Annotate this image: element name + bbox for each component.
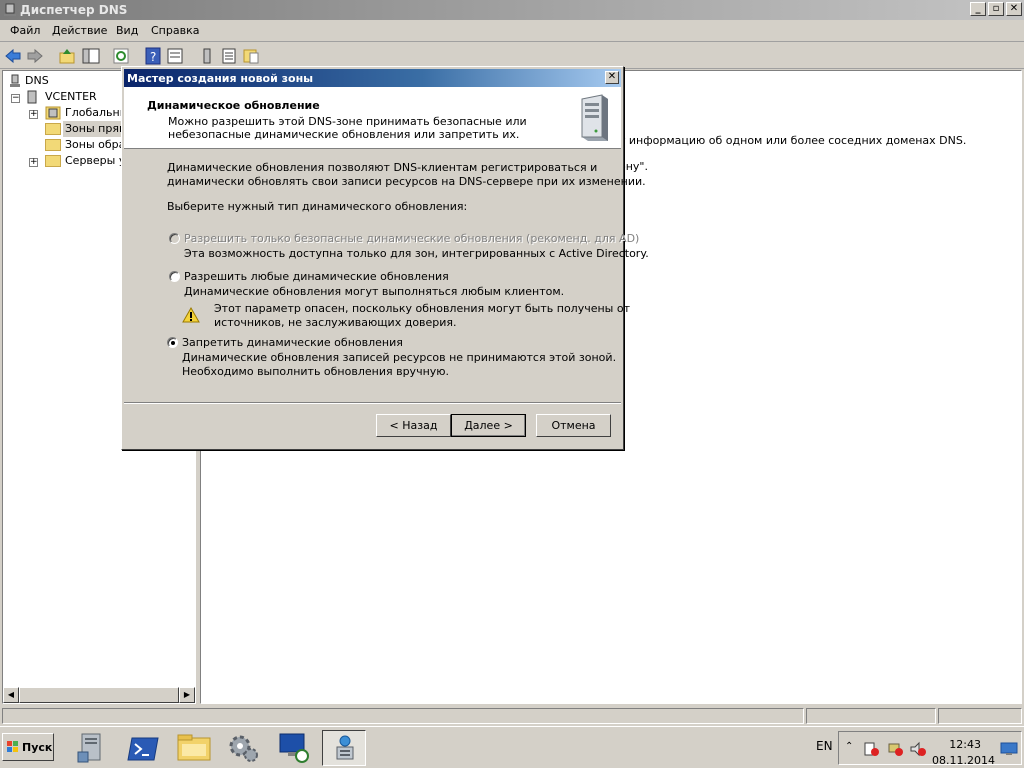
dns-server-icon	[4, 3, 16, 16]
svg-text:?: ?	[150, 50, 156, 64]
choose-label: Выберите нужный тип динамического обновл…	[167, 200, 468, 213]
details-text-line1: т информацию об одном или более соседних…	[619, 134, 967, 147]
radio-deny[interactable]	[167, 337, 178, 348]
global-logs-icon	[45, 106, 61, 120]
menu-view[interactable]: Вид	[116, 24, 138, 37]
minimize-button[interactable]: _	[970, 2, 986, 16]
dialog-title-bar[interactable]: Мастер создания новой зоны ✕	[124, 69, 621, 87]
scroll-left-icon[interactable]: ◀	[3, 687, 19, 703]
tree-item-dns[interactable]: DNS	[25, 73, 49, 89]
intro-line1: Динамические обновления позволяют DNS-кл…	[167, 161, 598, 174]
refresh-icon[interactable]	[112, 47, 130, 65]
dns-manager-icon	[336, 735, 354, 760]
network-icon[interactable]	[887, 740, 905, 758]
option-deny-label[interactable]: Запретить динамические обновления	[182, 335, 403, 350]
radio-secure-only[interactable]	[169, 233, 180, 244]
window-title: Диспетчер DNS	[20, 3, 128, 17]
warning-line2: источников, не заслуживающих доверия.	[214, 316, 457, 329]
option-secure-only-desc: Эта возможность доступна только для зон,…	[184, 247, 649, 260]
menu-action[interactable]: Действие	[52, 24, 107, 37]
scroll-right-icon[interactable]: ▶	[179, 687, 195, 703]
status-cell	[2, 708, 804, 724]
option-secure-only-label[interactable]: Разрешить только безопасные динамические…	[184, 231, 639, 246]
server-icon	[27, 90, 37, 104]
notification-area: ⌃ 12:43 08.11.2014	[838, 731, 1022, 767]
tree-item-vcenter[interactable]: VCENTER	[45, 89, 97, 105]
warning-line1: Этот параметр опасен, поскольку обновлен…	[214, 302, 630, 315]
dns-root-icon	[10, 74, 20, 87]
start-button[interactable]: Пуск	[2, 733, 54, 761]
properties-icon[interactable]	[166, 47, 184, 65]
wizard-page-title: Динамическое обновление	[147, 99, 320, 112]
folder-icon	[45, 139, 61, 151]
volume-icon[interactable]	[909, 740, 927, 758]
expand-toggle[interactable]: +	[29, 110, 38, 119]
new-zone-wizard-dialog: Мастер создания новой зоны ✕ Динамическо…	[121, 66, 649, 450]
dialog-close-button[interactable]: ✕	[605, 71, 619, 84]
taskbar: Пуск EN ⌃ 12:43 08.11.2014	[0, 726, 1024, 768]
expand-toggle[interactable]: +	[29, 158, 38, 167]
tree-horizontal-scrollbar[interactable]: ◀ ▶	[3, 687, 195, 703]
warning-icon	[182, 307, 200, 323]
wizard-page-subtitle: Можно разрешить этой DNS-зоне принимать …	[168, 115, 527, 141]
language-indicator[interactable]: EN	[816, 739, 833, 753]
option-allow-any-label[interactable]: Разрешить любые динамические обновления	[184, 269, 449, 284]
status-cell	[938, 708, 1022, 724]
chevron-up-icon[interactable]: ⌃	[845, 741, 853, 752]
windows-logo-icon	[7, 741, 18, 752]
explorer-icon[interactable]	[172, 730, 216, 766]
next-button[interactable]: Далее >	[451, 414, 526, 437]
intro-line2: динамически обновлять свои записи ресурс…	[167, 175, 646, 188]
option-allow-any-desc: Динамические обновления могут выполнятьс…	[184, 285, 565, 298]
dialog-title: Мастер создания новой зоны	[127, 72, 314, 85]
powershell-icon[interactable]	[122, 730, 166, 766]
tree-item-global-logs[interactable]: Глобальны	[65, 105, 128, 121]
radio-allow-any[interactable]	[169, 271, 180, 282]
menu-bar: Файл Действие Вид Справка	[0, 20, 1024, 42]
dns-manager-taskbar-button[interactable]	[322, 730, 366, 766]
wizard-header: Динамическое обновление Можно разрешить …	[124, 87, 621, 149]
back-button[interactable]: < Назад	[376, 414, 451, 437]
new-zone-icon[interactable]	[242, 47, 260, 65]
expand-toggle[interactable]: −	[11, 94, 20, 103]
option-deny-desc2: Необходимо выполнить обновления вручную.	[182, 365, 450, 378]
window-title-bar[interactable]: Диспетчер DNS _ ▫ ✕	[0, 0, 1024, 20]
folder-icon	[45, 123, 61, 135]
folder-icon	[45, 155, 61, 167]
start-label: Пуск	[22, 741, 53, 754]
status-bar	[0, 706, 1024, 726]
menu-file[interactable]: Файл	[10, 24, 40, 37]
cancel-button[interactable]: Отмена	[536, 414, 611, 437]
help-icon[interactable]: ?	[144, 47, 162, 65]
list-view-icon[interactable]	[220, 47, 238, 65]
option-deny-desc1: Динамические обновления записей ресурсов…	[182, 351, 617, 364]
back-icon[interactable]	[4, 47, 22, 65]
up-folder-icon[interactable]	[58, 47, 76, 65]
scroll-thumb[interactable]	[19, 687, 179, 703]
close-button[interactable]: ✕	[1006, 2, 1022, 16]
show-desktop-icon[interactable]	[1000, 742, 1018, 756]
menu-help[interactable]: Справка	[151, 24, 199, 37]
clock-time[interactable]: 12:43	[949, 738, 981, 751]
status-cell	[806, 708, 936, 724]
dialog-separator	[124, 402, 621, 404]
server-manager-icon[interactable]	[70, 730, 114, 766]
clock-date[interactable]: 08.11.2014	[932, 754, 995, 767]
settings-icon[interactable]	[222, 730, 266, 766]
server-tower-icon	[581, 94, 608, 141]
action-center-icon[interactable]	[863, 740, 881, 758]
remote-desktop-icon[interactable]	[272, 730, 316, 766]
server-list-icon[interactable]	[198, 47, 216, 65]
show-hide-tree-icon[interactable]	[82, 47, 100, 65]
forward-icon[interactable]	[26, 47, 44, 65]
maximize-button[interactable]: ▫	[988, 2, 1004, 16]
